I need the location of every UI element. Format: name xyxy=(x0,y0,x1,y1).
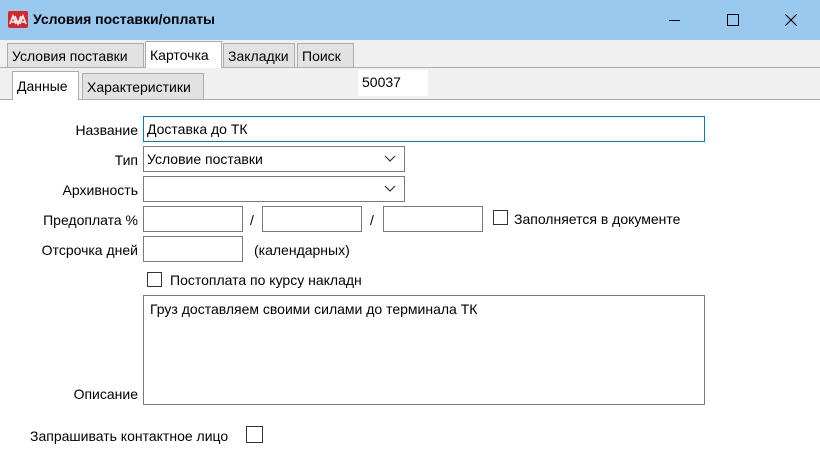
tab-label: Условия поставки xyxy=(12,47,128,64)
close-icon xyxy=(785,14,797,26)
description-textarea[interactable]: Груз доставляем своими силами до термина… xyxy=(143,295,705,405)
archive-label: Архивность xyxy=(62,182,138,198)
tab-label: Поиск xyxy=(302,47,341,64)
prepay-input-2[interactable] xyxy=(262,206,362,232)
slash-separator: / xyxy=(370,212,374,228)
delay-unit: (календарных) xyxy=(254,242,350,258)
name-label: Название xyxy=(75,122,138,138)
minimize-icon xyxy=(669,20,680,21)
name-input[interactable]: Доставка до ТК xyxy=(143,116,705,142)
tab-label: Закладки xyxy=(228,47,289,64)
prepay-input-1[interactable] xyxy=(143,206,243,232)
maximize-button[interactable] xyxy=(704,0,762,40)
window-title: Условия поставки/оплаты xyxy=(33,11,216,27)
record-id: 50037 xyxy=(358,70,428,96)
prepay-label: Предоплата % xyxy=(43,212,138,228)
subtab-data[interactable]: Данные xyxy=(12,71,79,100)
tab-delivery-conditions[interactable]: Условия поставки xyxy=(7,43,144,67)
subtab-label: Данные xyxy=(17,78,68,94)
tab-search[interactable]: Поиск xyxy=(297,43,354,67)
filled-in-doc-checkbox[interactable] xyxy=(493,210,508,225)
description-label: Описание xyxy=(73,386,138,402)
tab-label: Карточка xyxy=(150,47,209,63)
tab-card[interactable]: Карточка xyxy=(145,41,222,68)
subtab-divider xyxy=(0,99,820,100)
maximize-icon xyxy=(727,14,739,26)
contact-label: Запрашивать контактное лицо xyxy=(30,428,229,444)
delay-input[interactable] xyxy=(143,236,243,262)
prepay-input-3[interactable] xyxy=(383,206,483,232)
chevron-down-icon xyxy=(384,155,396,162)
chevron-down-icon xyxy=(384,185,396,192)
minimize-button[interactable] xyxy=(646,0,704,40)
postpay-label: Постоплата по курсу накладн xyxy=(170,272,362,288)
slash-separator: / xyxy=(250,212,254,228)
delay-label: Отсрочка дней xyxy=(41,242,138,258)
app-logo-icon xyxy=(8,11,28,28)
subtab-label: Характеристики xyxy=(87,78,191,95)
close-button[interactable] xyxy=(762,0,820,40)
type-label: Тип xyxy=(114,152,138,168)
archive-select[interactable] xyxy=(143,176,405,202)
subtab-characteristics[interactable]: Характеристики xyxy=(82,73,204,99)
type-select-value: Условие поставки xyxy=(147,151,263,167)
filled-in-doc-label: Заполняется в документе xyxy=(514,211,681,227)
type-select[interactable]: Условие поставки xyxy=(143,146,405,172)
postpay-checkbox[interactable] xyxy=(147,272,162,287)
tab-bookmarks[interactable]: Закладки xyxy=(223,43,295,67)
contact-checkbox[interactable] xyxy=(246,426,263,443)
